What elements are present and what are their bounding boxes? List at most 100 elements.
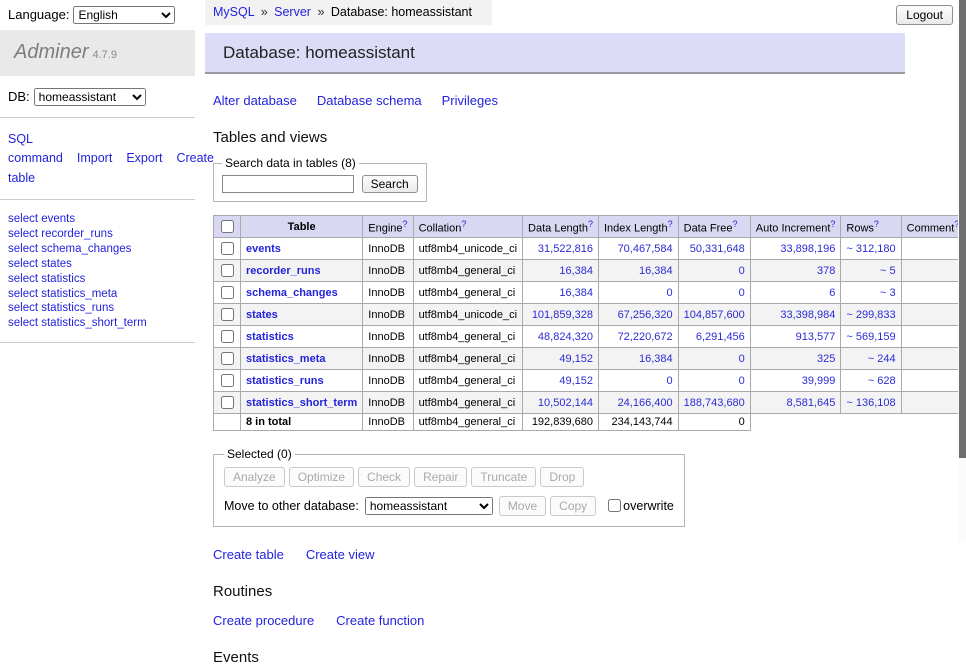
table-name-link[interactable]: states: [246, 309, 278, 321]
index-length-link[interactable]: 70,467,584: [618, 243, 673, 255]
auto-increment-link[interactable]: 8,581,645: [786, 397, 835, 409]
alter-database-link[interactable]: Alter database: [213, 93, 297, 108]
data-free-link[interactable]: 0: [739, 353, 745, 365]
row-checkbox[interactable]: [221, 374, 234, 387]
data-free-link[interactable]: 0: [739, 375, 745, 387]
language-select[interactable]: English: [73, 6, 175, 24]
data-free-link[interactable]: 188,743,680: [684, 397, 745, 409]
repair-button[interactable]: Repair: [414, 467, 467, 487]
rows-link[interactable]: ~ 628: [868, 375, 896, 387]
search-button[interactable]: Search: [362, 175, 418, 193]
data-free-link[interactable]: 50,331,648: [690, 243, 745, 255]
data-length-link[interactable]: 101,859,328: [532, 309, 593, 321]
sidebar-select-statistics-short-term-link[interactable]: select statistics_short_term: [8, 316, 187, 331]
sidebar-select-statistics-runs-link[interactable]: select statistics_runs: [8, 301, 187, 316]
index-length-link[interactable]: 24,166,400: [618, 397, 673, 409]
row-checkbox[interactable]: [221, 308, 234, 321]
data-length-link[interactable]: 48,824,320: [538, 331, 593, 343]
rows-link[interactable]: ~ 3: [880, 287, 896, 299]
help-icon[interactable]: ?: [668, 219, 673, 229]
analyze-button[interactable]: Analyze: [224, 467, 285, 487]
rows-link[interactable]: ~ 5: [880, 265, 896, 277]
truncate-button[interactable]: Truncate: [471, 467, 536, 487]
scrollbar-thumb[interactable]: [959, 0, 966, 458]
row-checkbox[interactable]: [221, 286, 234, 299]
search-input[interactable]: [222, 175, 354, 193]
copy-button[interactable]: Copy: [550, 496, 596, 516]
data-length-link[interactable]: 49,152: [559, 375, 593, 387]
index-length-link[interactable]: 16,384: [639, 265, 673, 277]
sidebar-select-events-link[interactable]: select events: [8, 212, 187, 227]
create-table-link[interactable]: Create table: [213, 547, 284, 562]
drop-button[interactable]: Drop: [540, 467, 584, 487]
move-database-select[interactable]: homeassistant: [365, 497, 493, 515]
sidebar-select-statistics-meta-link[interactable]: select statistics_meta: [8, 287, 187, 302]
help-icon[interactable]: ?: [733, 219, 738, 229]
check-button[interactable]: Check: [358, 467, 410, 487]
auto-increment-link[interactable]: 39,999: [802, 375, 836, 387]
sidebar-import-link[interactable]: Import: [77, 151, 112, 165]
table-name-link[interactable]: statistics_meta: [246, 353, 326, 365]
sidebar-export-link[interactable]: Export: [126, 151, 162, 165]
rows-link[interactable]: ~ 299,833: [846, 309, 895, 321]
create-procedure-link[interactable]: Create procedure: [213, 613, 314, 628]
rows-link[interactable]: ~ 569,159: [846, 331, 895, 343]
auto-increment-link[interactable]: 33,398,984: [780, 309, 835, 321]
auto-increment-link[interactable]: 6: [829, 287, 835, 299]
index-length-link[interactable]: 72,220,672: [618, 331, 673, 343]
help-icon[interactable]: ?: [403, 219, 408, 229]
sidebar-select-recorder-runs-link[interactable]: select recorder_runs: [8, 227, 187, 242]
sidebar-select-statistics-link[interactable]: select statistics: [8, 272, 187, 287]
help-icon[interactable]: ?: [461, 219, 466, 229]
row-checkbox[interactable]: [221, 242, 234, 255]
data-free-link[interactable]: 6,291,456: [696, 331, 745, 343]
data-free-link[interactable]: 0: [739, 287, 745, 299]
table-name-link[interactable]: events: [246, 243, 281, 255]
database-schema-link[interactable]: Database schema: [317, 93, 422, 108]
table-name-link[interactable]: schema_changes: [246, 287, 338, 299]
table-name-link[interactable]: statistics: [246, 331, 294, 343]
index-length-link[interactable]: 0: [667, 375, 673, 387]
rows-link[interactable]: ~ 244: [868, 353, 896, 365]
data-length-link[interactable]: 10,502,144: [538, 397, 593, 409]
sidebar-sql-command-link[interactable]: SQL command: [8, 132, 63, 165]
table-name-link[interactable]: recorder_runs: [246, 265, 321, 277]
index-length-link[interactable]: 0: [667, 287, 673, 299]
auto-increment-link[interactable]: 913,577: [796, 331, 836, 343]
vertical-scrollbar[interactable]: [958, 0, 966, 543]
logout-button[interactable]: Logout: [896, 5, 953, 25]
data-length-link[interactable]: 31,522,816: [538, 243, 593, 255]
auto-increment-link[interactable]: 378: [817, 265, 835, 277]
row-checkbox[interactable]: [221, 352, 234, 365]
rows-link[interactable]: ~ 312,180: [846, 243, 895, 255]
index-length-link[interactable]: 67,256,320: [618, 309, 673, 321]
rows-link[interactable]: ~ 136,108: [846, 397, 895, 409]
table-name-link[interactable]: statistics_short_term: [246, 397, 357, 409]
help-icon[interactable]: ?: [874, 219, 879, 229]
create-view-link[interactable]: Create view: [306, 547, 375, 562]
index-length-link[interactable]: 16,384: [639, 353, 673, 365]
data-length-link[interactable]: 16,384: [559, 287, 593, 299]
row-checkbox[interactable]: [221, 396, 234, 409]
sidebar-select-schema-changes-link[interactable]: select schema_changes: [8, 242, 187, 257]
create-function-link[interactable]: Create function: [336, 613, 424, 628]
auto-increment-link[interactable]: 33,898,196: [780, 243, 835, 255]
sidebar-select-states-link[interactable]: select states: [8, 257, 187, 272]
table-name-link[interactable]: statistics_runs: [246, 375, 324, 387]
help-icon[interactable]: ?: [830, 219, 835, 229]
breadcrumb-mysql-link[interactable]: MySQL: [213, 5, 254, 19]
breadcrumb-server-link[interactable]: Server: [274, 5, 311, 19]
data-length-link[interactable]: 49,152: [559, 353, 593, 365]
db-select[interactable]: homeassistant: [34, 88, 146, 106]
move-button[interactable]: Move: [499, 496, 546, 516]
select-all-checkbox[interactable]: [221, 220, 234, 233]
row-checkbox[interactable]: [221, 330, 234, 343]
privileges-link[interactable]: Privileges: [442, 93, 498, 108]
data-length-link[interactable]: 16,384: [559, 265, 593, 277]
data-free-link[interactable]: 0: [739, 265, 745, 277]
overwrite-checkbox[interactable]: [608, 499, 621, 512]
data-free-link[interactable]: 104,857,600: [684, 309, 745, 321]
row-checkbox[interactable]: [221, 264, 234, 277]
optimize-button[interactable]: Optimize: [289, 467, 354, 487]
auto-increment-link[interactable]: 325: [817, 353, 835, 365]
